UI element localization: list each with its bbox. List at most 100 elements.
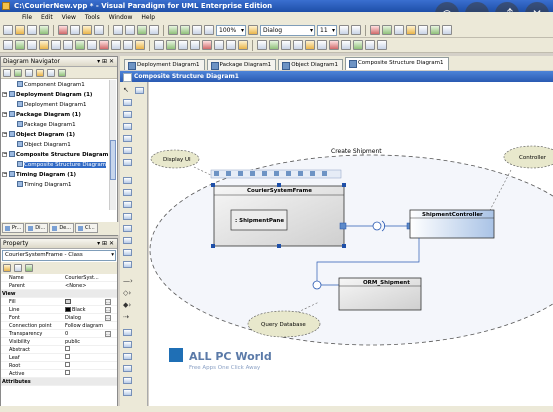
- class-tool-icon[interactable]: [123, 111, 132, 118]
- er-diagram-icon[interactable]: [154, 40, 164, 50]
- expand-icon[interactable]: [14, 68, 22, 77]
- property-category[interactable]: View: [1, 290, 117, 298]
- occurrence-tool-icon[interactable]: [123, 201, 132, 208]
- zoom-in-icon[interactable]: [168, 25, 178, 35]
- menu-file[interactable]: File: [22, 12, 32, 23]
- italic-icon[interactable]: [351, 25, 361, 35]
- anchor-tool-icon[interactable]: [123, 341, 132, 348]
- note-icon[interactable]: [406, 25, 416, 35]
- resize-handle[interactable]: [211, 183, 215, 187]
- sequence-diagram-icon[interactable]: [27, 40, 37, 50]
- hand-icon[interactable]: [135, 87, 144, 94]
- code-gen-icon[interactable]: [269, 40, 279, 50]
- menu-help[interactable]: Help: [141, 12, 155, 23]
- textual-icon[interactable]: [226, 40, 236, 50]
- property-options-icon[interactable]: [25, 264, 33, 272]
- tab-deployment-diagram[interactable]: Deployment Diagram1: [124, 59, 205, 70]
- zoom-tool-icon[interactable]: [123, 99, 132, 106]
- property-value[interactable]: [63, 290, 117, 297]
- categorized-icon[interactable]: [3, 264, 11, 272]
- resource-icon[interactable]: [274, 171, 279, 176]
- activity-diagram-icon[interactable]: [39, 40, 49, 50]
- image-tool-icon[interactable]: [123, 389, 132, 396]
- property-checkbox[interactable]: [65, 346, 70, 351]
- pin-icon[interactable]: ▾ ⊞ ✕: [97, 239, 114, 249]
- tab-deployment[interactable]: De...: [49, 223, 75, 233]
- delete-icon[interactable]: [94, 25, 104, 35]
- expand-toggle-icon[interactable]: −: [2, 132, 7, 137]
- deployment-diagram-icon[interactable]: [75, 40, 85, 50]
- property-checkbox[interactable]: [65, 362, 70, 367]
- ellipsis-button[interactable]: …: [105, 331, 111, 337]
- resource-icon[interactable]: [226, 171, 231, 176]
- align-icon[interactable]: [418, 25, 428, 35]
- property-value[interactable]: [63, 354, 117, 361]
- expand-toggle-icon[interactable]: −: [2, 152, 7, 157]
- mindmap-icon[interactable]: [238, 40, 248, 50]
- property-value[interactable]: public: [63, 338, 117, 345]
- ellipsis-button[interactable]: …: [105, 315, 111, 321]
- required-interface-tool-icon[interactable]: [123, 237, 132, 244]
- property-value[interactable]: [63, 370, 117, 377]
- ellipsis-button[interactable]: …: [105, 307, 111, 313]
- new-icon[interactable]: [3, 25, 13, 35]
- tab-object-diagram[interactable]: Object Diagram1: [278, 59, 343, 70]
- tree-item[interactable]: Object Diagram1: [1, 140, 117, 150]
- property-value[interactable]: CourierSyst...: [63, 274, 117, 281]
- eer-icon[interactable]: [202, 40, 212, 50]
- paste-icon[interactable]: [82, 25, 92, 35]
- open-icon[interactable]: [15, 25, 25, 35]
- expand-toggle-icon[interactable]: −: [2, 172, 7, 177]
- component-diagram-icon[interactable]: [63, 40, 73, 50]
- bold-icon[interactable]: [339, 25, 349, 35]
- property-category[interactable]: Attributes: [1, 378, 117, 386]
- resize-handle[interactable]: [277, 183, 281, 187]
- property-element-select[interactable]: CourierSystemFrame - Class: [2, 250, 116, 261]
- collaboration-tool-icon[interactable]: [123, 159, 132, 166]
- text-tool-icon[interactable]: [123, 365, 132, 372]
- port-tool-icon[interactable]: [123, 135, 132, 142]
- timing-diagram-icon[interactable]: [123, 40, 133, 50]
- composition-tool-icon[interactable]: ◆›: [123, 301, 131, 309]
- expand-toggle-icon[interactable]: −: [2, 112, 7, 117]
- options-icon[interactable]: [377, 40, 387, 50]
- aggregation-tool-icon[interactable]: ◇›: [123, 289, 131, 297]
- note-tool-icon[interactable]: [123, 329, 132, 336]
- update-icon[interactable]: [341, 40, 351, 50]
- team-icon[interactable]: [317, 40, 327, 50]
- role-binding-tool-icon[interactable]: [123, 189, 132, 196]
- dfd-icon[interactable]: [178, 40, 188, 50]
- provided-interface-tool-icon[interactable]: [123, 225, 132, 232]
- export-icon[interactable]: [353, 40, 363, 50]
- shape-icon[interactable]: [370, 25, 380, 35]
- menu-tools[interactable]: Tools: [85, 12, 100, 23]
- import-icon[interactable]: [365, 40, 375, 50]
- line-icon[interactable]: [394, 25, 404, 35]
- dependency-tool-icon[interactable]: [123, 249, 132, 256]
- font-select[interactable]: Dialog: [260, 24, 315, 36]
- expand-toggle-icon[interactable]: −: [2, 92, 7, 97]
- tree-item[interactable]: Component Diagram1: [1, 80, 117, 90]
- report-icon[interactable]: [257, 40, 267, 50]
- package-diagram-icon[interactable]: [87, 40, 97, 50]
- ellipsis-button[interactable]: …: [105, 299, 111, 305]
- property-value[interactable]: [63, 346, 117, 353]
- grid-icon[interactable]: [149, 25, 159, 35]
- redo-icon[interactable]: [125, 25, 135, 35]
- class-diagram-icon[interactable]: [3, 40, 13, 50]
- navigator-scrollbar[interactable]: [109, 80, 116, 210]
- zoom-select[interactable]: 100%: [216, 24, 246, 36]
- interaction-diagram-icon[interactable]: [135, 40, 145, 50]
- undo-icon[interactable]: [113, 25, 123, 35]
- text-icon[interactable]: [442, 25, 452, 35]
- tree-item[interactable]: Timing Diagram1: [1, 180, 117, 190]
- tree-item[interactable]: Deployment Diagram1: [1, 100, 117, 110]
- menu-window[interactable]: Window: [109, 12, 133, 23]
- menu-edit[interactable]: Edit: [41, 12, 53, 23]
- resource-icon[interactable]: [322, 171, 327, 176]
- resource-icon[interactable]: [310, 171, 315, 176]
- constraint-tool-icon[interactable]: [123, 353, 132, 360]
- fill-icon[interactable]: [382, 25, 392, 35]
- db-icon[interactable]: [293, 40, 303, 50]
- font-size-select[interactable]: 11: [317, 24, 337, 36]
